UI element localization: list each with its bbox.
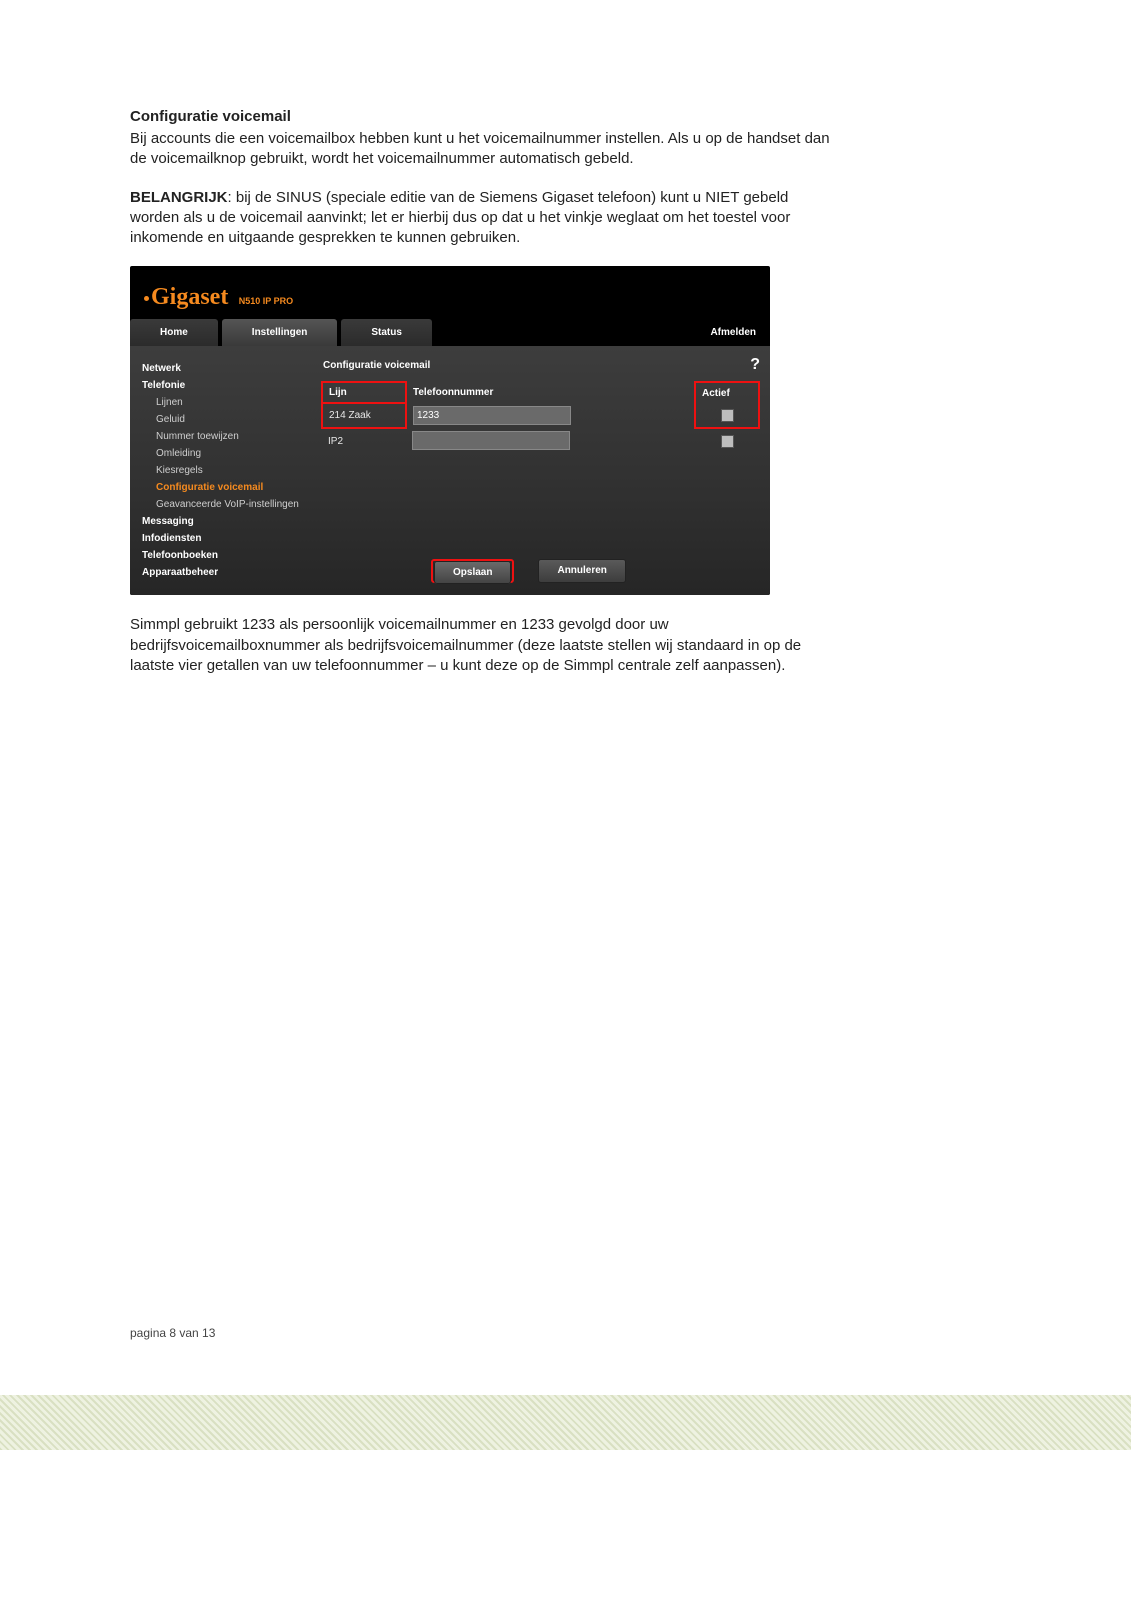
doc-important-label: BELANGRIJK bbox=[130, 189, 228, 206]
sidebar-item-configuratie-voicemail[interactable]: Configuratie voicemail bbox=[142, 479, 317, 496]
voicemail-table: Lijn Telefoonnummer Actief 214 Zaak IP2 bbox=[321, 381, 760, 453]
doc-important-text: : bij de SINUS (speciale editie van de S… bbox=[130, 189, 790, 247]
main-panel: Configuratie voicemail ? Lijn Telefoonnu… bbox=[321, 346, 770, 595]
tab-status[interactable]: Status bbox=[341, 319, 432, 346]
col-header-actief: Actief bbox=[695, 382, 759, 403]
brand-logo: Gigaset bbox=[151, 284, 228, 311]
table-row: IP2 bbox=[322, 428, 759, 453]
gigaset-admin-ui: Gigaset N510 IP PRO Home Instellingen St… bbox=[130, 266, 770, 595]
main-panel-title: Configuratie voicemail bbox=[321, 358, 760, 381]
sidebar: Netwerk Telefonie Lijnen Geluid Nummer t… bbox=[130, 346, 321, 595]
col-header-lijn: Lijn bbox=[322, 382, 406, 403]
active-checkbox-row2[interactable] bbox=[721, 435, 734, 448]
col-header-telefoonnummer: Telefoonnummer bbox=[406, 382, 695, 403]
ui-header: Gigaset N510 IP PRO bbox=[130, 266, 770, 319]
sidebar-item-apparaatbeheer[interactable]: Apparaatbeheer bbox=[142, 564, 317, 581]
page-footer-decoration bbox=[0, 1395, 1131, 1450]
sidebar-item-nummer-toewijzen[interactable]: Nummer toewijzen bbox=[142, 428, 317, 445]
sidebar-item-telefoonboeken[interactable]: Telefoonboeken bbox=[142, 547, 317, 564]
sidebar-item-netwerk[interactable]: Netwerk bbox=[142, 360, 317, 377]
phone-input-row1[interactable] bbox=[413, 406, 571, 425]
active-checkbox-row1[interactable] bbox=[721, 409, 734, 422]
doc-paragraph-2: BELANGRIJK: bij de SINUS (speciale editi… bbox=[130, 188, 830, 249]
save-button-highlight: Opslaan bbox=[431, 559, 514, 583]
doc-section-title: Configuratie voicemail bbox=[130, 108, 1001, 125]
phone-input-row2[interactable] bbox=[412, 431, 570, 450]
doc-paragraph-3: Simmpl gebruikt 1233 als persoonlijk voi… bbox=[130, 615, 830, 676]
cell-lijn: 214 Zaak bbox=[322, 403, 406, 428]
cancel-button[interactable]: Annuleren bbox=[538, 559, 625, 583]
sidebar-item-infodiensten[interactable]: Infodiensten bbox=[142, 530, 317, 547]
save-button[interactable]: Opslaan bbox=[434, 561, 511, 584]
sidebar-item-geluid[interactable]: Geluid bbox=[142, 411, 317, 428]
brand-dot-icon bbox=[144, 296, 149, 301]
sidebar-item-messaging[interactable]: Messaging bbox=[142, 513, 317, 530]
sidebar-item-kiesregels[interactable]: Kiesregels bbox=[142, 462, 317, 479]
tab-bar: Home Instellingen Status Afmelden bbox=[130, 319, 770, 346]
help-icon[interactable]: ? bbox=[750, 356, 760, 374]
tab-settings[interactable]: Instellingen bbox=[222, 319, 338, 346]
cell-lijn: IP2 bbox=[322, 428, 406, 453]
logout-link[interactable]: Afmelden bbox=[706, 319, 760, 346]
sidebar-item-omleiding[interactable]: Omleiding bbox=[142, 445, 317, 462]
button-row: Opslaan Annuleren bbox=[431, 559, 626, 583]
tab-home[interactable]: Home bbox=[130, 319, 218, 346]
sidebar-item-lijnen[interactable]: Lijnen bbox=[142, 394, 317, 411]
sidebar-item-geavanceerde-voip[interactable]: Geavanceerde VoIP-instellingen bbox=[142, 496, 317, 513]
table-row: 214 Zaak bbox=[322, 403, 759, 428]
sidebar-item-telefonie[interactable]: Telefonie bbox=[142, 377, 317, 394]
page-number: pagina 8 van 13 bbox=[130, 1326, 215, 1340]
doc-paragraph-1: Bij accounts die een voicemailbox hebben… bbox=[130, 129, 830, 170]
brand-model: N510 IP PRO bbox=[239, 296, 293, 306]
